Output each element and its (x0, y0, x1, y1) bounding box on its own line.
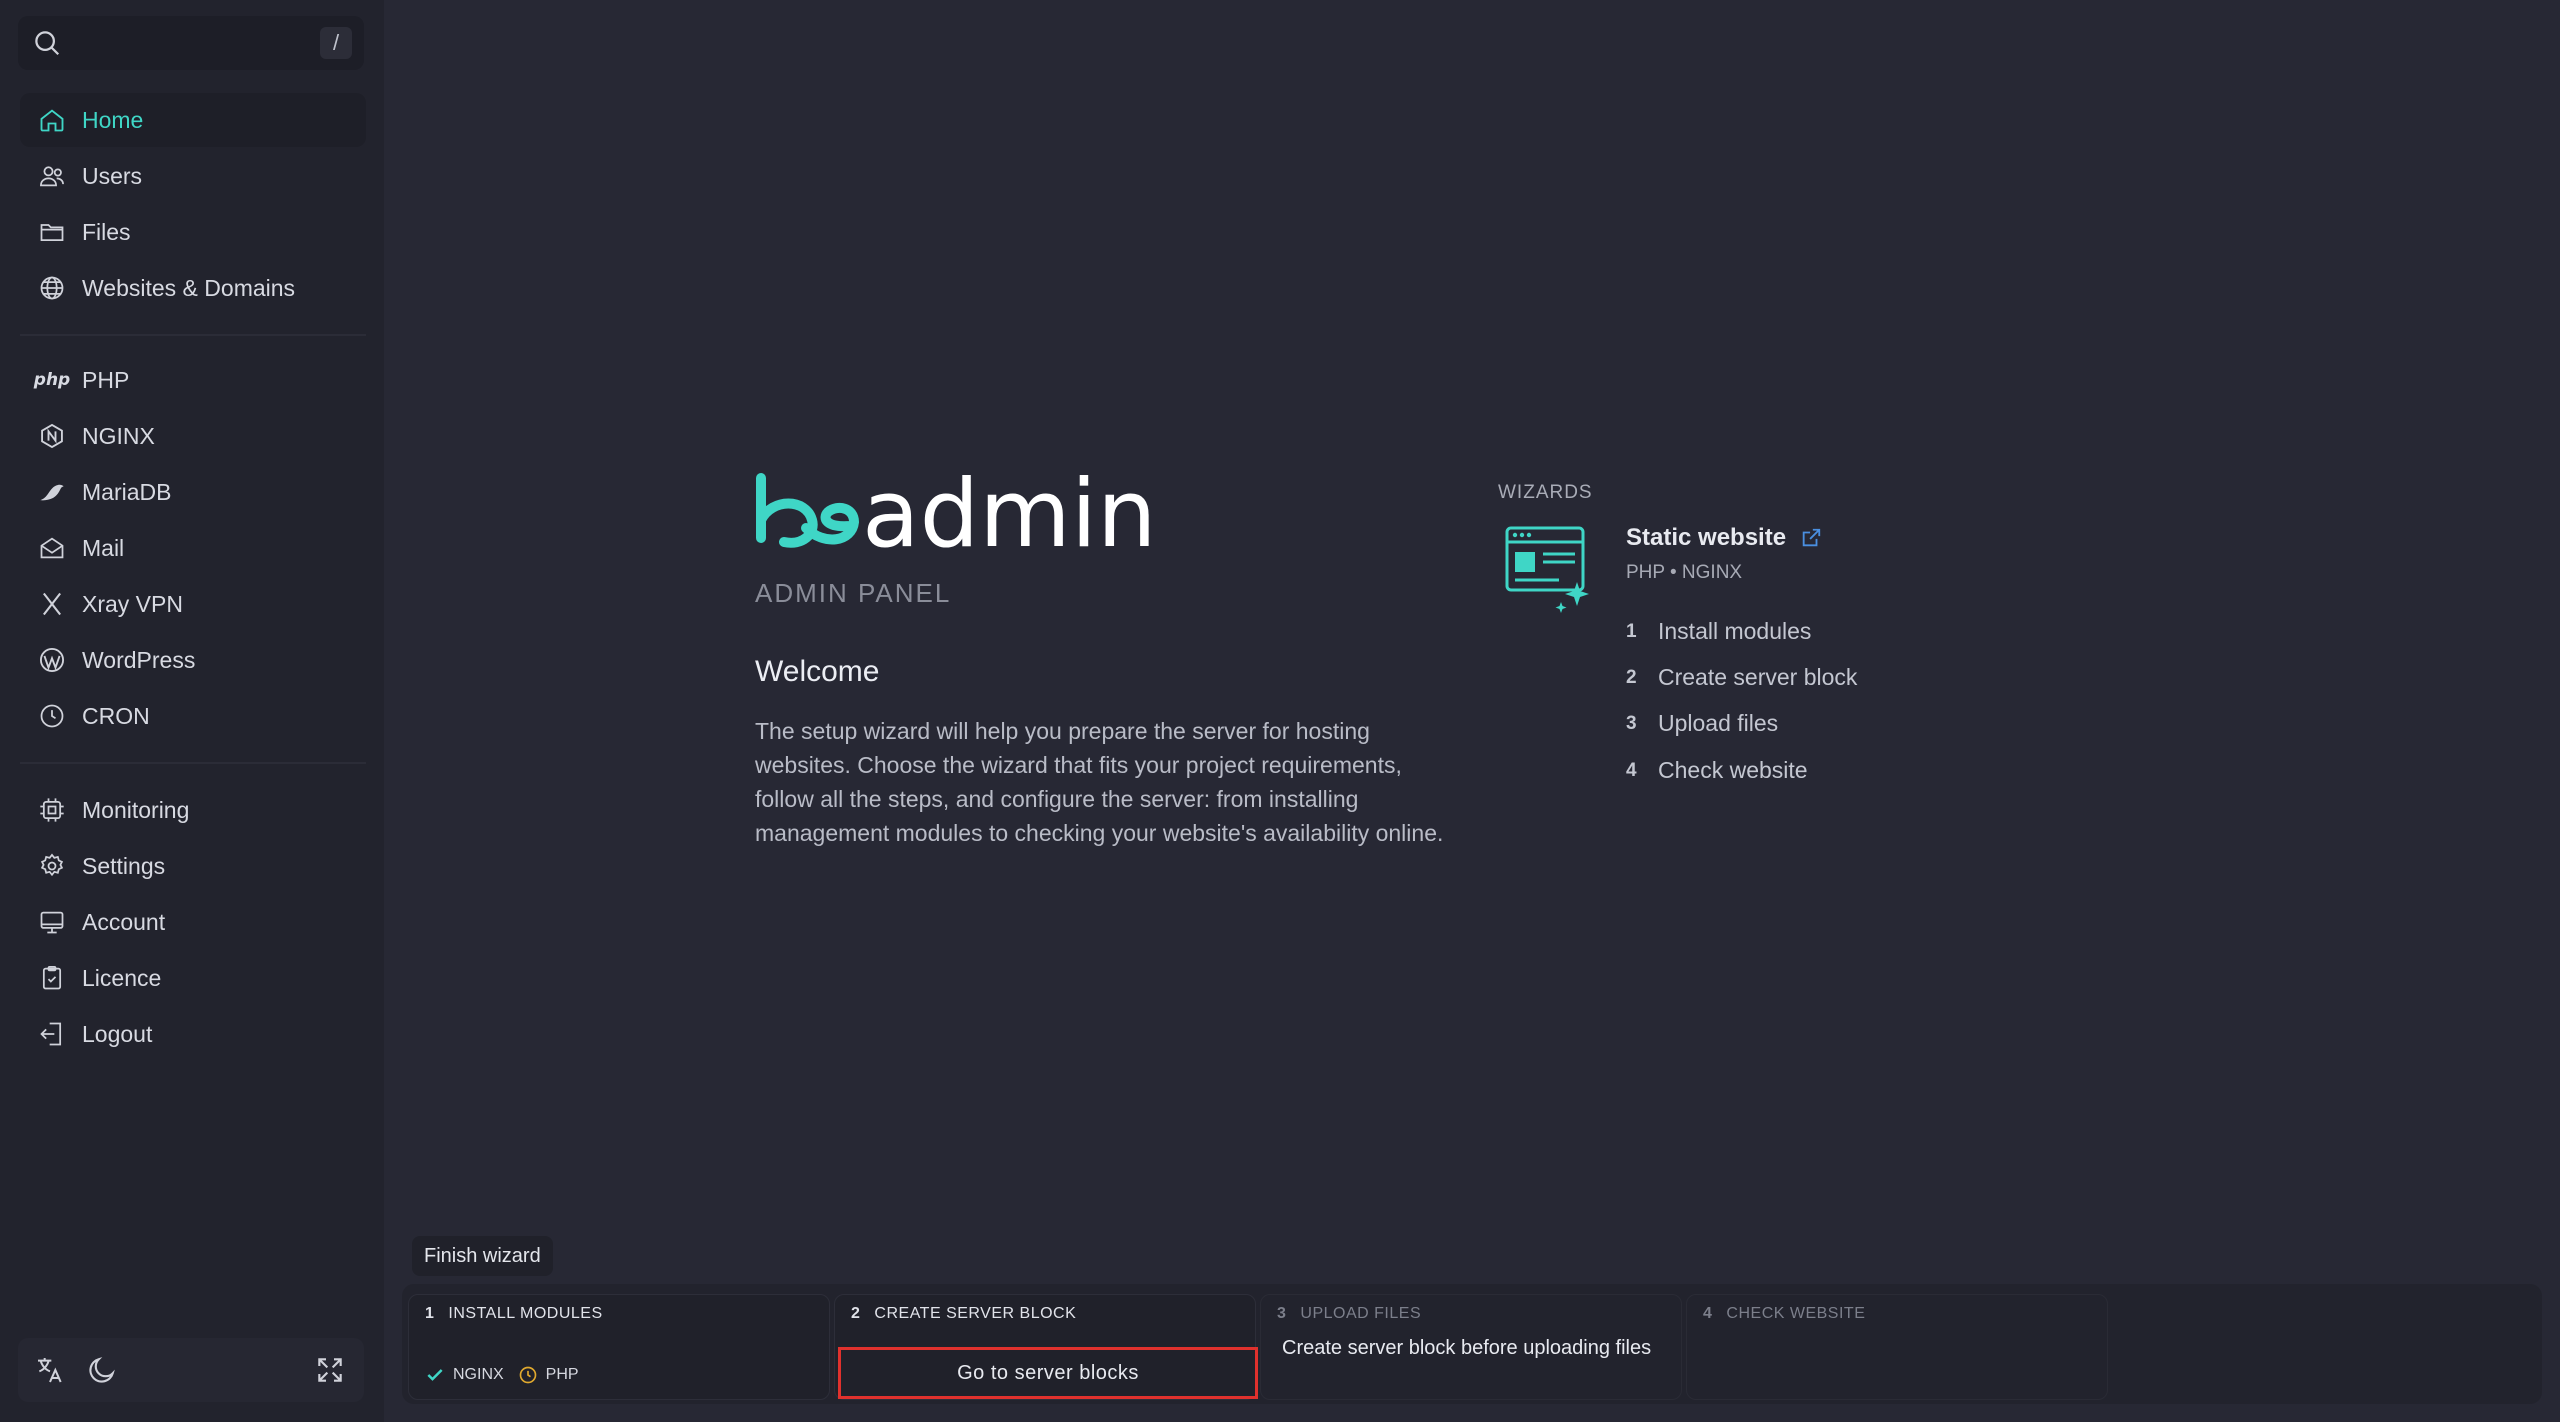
wizard-title: Static website (1626, 524, 1787, 551)
sidebar-item-label: Websites & Domains (82, 274, 296, 301)
wizard-static-website-link[interactable]: Static website (1626, 524, 1822, 552)
monitor-icon (36, 906, 68, 938)
logout-icon (36, 1018, 68, 1050)
sidebar-item-settings[interactable]: Settings (20, 839, 366, 893)
sidebar-item-home[interactable]: Home (20, 93, 366, 147)
users-icon (36, 160, 68, 192)
beadmin-logo: admin (754, 470, 1174, 560)
welcome-description: The setup wizard will help you prepare t… (755, 718, 1444, 846)
sidebar-item-files[interactable]: Files (20, 205, 366, 259)
sidebar-item-label: Users (82, 162, 143, 189)
sidebar-item-mail[interactable]: Mail (20, 521, 366, 575)
wordpress-icon (36, 644, 68, 676)
wizards-label: WIZARDS (1498, 482, 1593, 503)
pending-clock-icon (519, 1366, 537, 1384)
php-icon: php (33, 370, 71, 390)
card-header: 3 UPLOAD FILES (1277, 1305, 1422, 1322)
sidebar-item-label: NGINX (82, 422, 155, 449)
mariadb-icon (36, 476, 68, 508)
sidebar-item-users[interactable]: Users (20, 149, 366, 203)
sidebar-item-mariadb[interactable]: MariaDB (20, 465, 366, 519)
nginx-icon (36, 420, 68, 452)
sidebar-item-wordpress[interactable]: WordPress (20, 633, 366, 687)
sidebar-item-licence[interactable]: Licence (20, 951, 366, 1005)
sidebar-item-label: Mail (82, 534, 125, 561)
sidebar-item-label: Xray VPN (82, 590, 183, 617)
mail-icon (36, 532, 68, 564)
sidebar-item-monitoring[interactable]: Monitoring (20, 783, 366, 837)
sidebar-item-xray-vpn[interactable]: Xray VPN (20, 577, 366, 631)
sidebar-item-label: Monitoring (82, 796, 190, 823)
wizard-step: 2 Create server block (1626, 664, 1858, 690)
logo-text: admin (862, 470, 1157, 560)
sidebar-item-account[interactable]: Account (20, 895, 366, 949)
cpu-icon (36, 794, 68, 826)
wizard-step: 1 Install modules (1626, 618, 1812, 644)
sidebar-item-label: Licence (82, 964, 162, 991)
translate-icon[interactable] (34, 1354, 66, 1386)
sidebar-item-label: Logout (82, 1020, 153, 1047)
moon-icon[interactable] (86, 1354, 118, 1386)
folder-icon (36, 216, 68, 248)
sidebar-item-label: WordPress (82, 646, 196, 673)
module-status-list: NGINX PHP (425, 1365, 579, 1385)
module-label-nginx: NGINX (453, 1366, 504, 1383)
fullscreen-icon[interactable] (314, 1354, 346, 1386)
logo-subtitle: ADMIN PANEL (755, 578, 952, 608)
licence-icon (36, 962, 68, 994)
wizard-tags: PHP • NGINX (1626, 562, 1743, 583)
wizard-step: 3 Upload files (1626, 710, 1779, 736)
sidebar-item-label: CRON (82, 702, 150, 729)
sidebar-item-php[interactable]: php PHP (20, 353, 366, 407)
sidebar-item-cron[interactable]: CRON (20, 689, 366, 743)
go-to-server-blocks-button[interactable]: Go to server blocks (838, 1347, 1258, 1399)
upload-files-hint: Create server block before uploading fil… (1282, 1337, 1652, 1359)
sidebar-divider (20, 334, 366, 336)
search-box[interactable]: / (18, 16, 364, 70)
wizard-step: 4 Check website (1626, 757, 1808, 783)
globe-icon (36, 272, 68, 304)
check-icon (427, 1369, 443, 1381)
sidebar-item-label: MariaDB (82, 478, 172, 505)
home-icon (36, 104, 68, 136)
external-link-icon[interactable] (1800, 527, 1822, 549)
wizard-card-check-website: 4 CHECK WEBSITE (1686, 1294, 2108, 1400)
wizard-card-install-modules: 1 INSTALL MODULES NGINX PHP (408, 1294, 830, 1400)
module-label-php: PHP (545, 1366, 579, 1383)
website-wizard-icon (1505, 526, 1589, 613)
gear-icon (36, 850, 68, 882)
search-icon (35, 31, 60, 56)
sidebar-item-nginx[interactable]: NGINX (20, 409, 366, 463)
sidebar-item-label: Files (82, 218, 131, 245)
card-header: 1 INSTALL MODULES (425, 1305, 603, 1322)
welcome-heading: Welcome (755, 655, 880, 688)
clock-icon (36, 700, 68, 732)
sidebar-item-label: Settings (82, 852, 166, 879)
sidebar-item-label: PHP (82, 366, 130, 393)
sidebar-item-label: Home (82, 106, 144, 133)
search-shortcut-key: / (320, 27, 352, 59)
card-header: 2 CREATE SERVER BLOCK (851, 1305, 1077, 1322)
sidebar: / Home Users Files Websites & Domains ph… (0, 0, 384, 1422)
card-header: 4 CHECK WEBSITE (1703, 1305, 1866, 1322)
sidebar-item-label: Account (82, 908, 166, 935)
sidebar-bottom-tools (18, 1338, 364, 1402)
xray-icon (36, 588, 68, 620)
sidebar-divider (20, 762, 366, 764)
sidebar-item-logout[interactable]: Logout (20, 1007, 366, 1061)
finish-wizard-button[interactable]: Finish wizard (412, 1236, 553, 1276)
sidebar-item-websites-domains[interactable]: Websites & Domains (20, 261, 366, 315)
